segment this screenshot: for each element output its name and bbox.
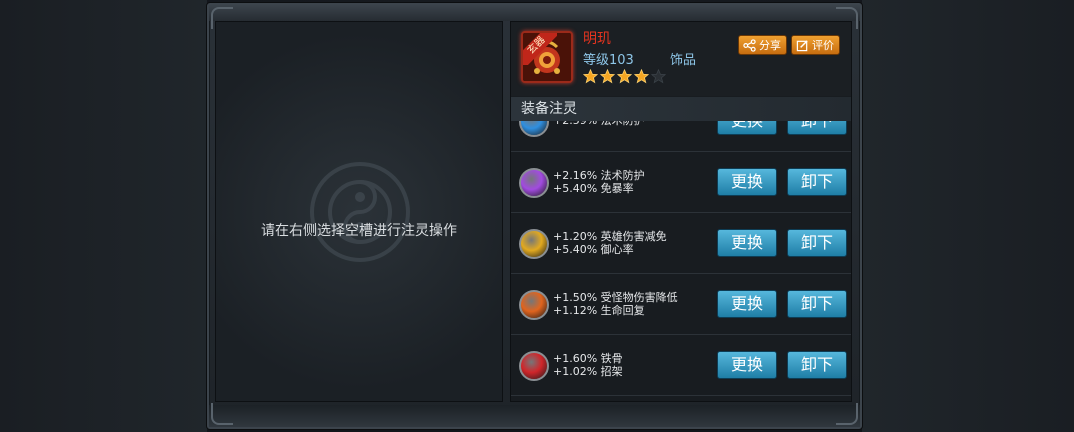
slot-stats: +1.20% 英雄伤害减免 +5.40% 御心率 (553, 230, 667, 256)
share-icon (743, 38, 756, 52)
cloud-swirl-ornament-icon (310, 162, 410, 262)
slot-stats: +2.59% 法术防护 (553, 121, 645, 127)
infusion-slot-row[interactable]: +2.59% 法术防护 更换卸下 (511, 121, 851, 152)
item-type: 饰品 (670, 53, 697, 68)
slot-stats: +1.50% 受怪物伤害降低 +1.12% 生命回复 (553, 291, 678, 317)
section-title: 装备注灵 (511, 97, 851, 121)
select-slot-hint: 请在右侧选择空槽进行注灵操作 (261, 223, 457, 239)
remove-button[interactable]: 卸下 (787, 351, 847, 379)
slot-stat-line: +1.60% 铁骨 (553, 352, 623, 365)
red-gem-icon[interactable] (519, 351, 549, 381)
backdrop-right (862, 0, 1074, 432)
item-header: 玄器 明玑 等级103 饰品 分享 评价 (511, 22, 851, 96)
equipment-infusion-panel: 玄器 明玑 等级103 饰品 分享 评价 装备注灵 +2.59% 法术防护更换卸… (510, 21, 852, 402)
slot-stat-line: +2.59% 法术防护 (553, 121, 645, 127)
backdrop-left (0, 0, 207, 432)
orange-gem-icon[interactable] (519, 290, 549, 320)
yellow-gem-icon[interactable] (519, 229, 549, 259)
item-name: 明玑 (583, 31, 611, 47)
replace-button[interactable]: 更换 (717, 351, 777, 379)
frame-corner-ornament (211, 403, 233, 425)
infusion-slot-row[interactable]: +1.60% 铁骨 +1.02% 招架 更换 卸下 (511, 335, 851, 396)
slot-stat-line: +1.20% 英雄伤害减免 (553, 230, 667, 243)
replace-button[interactable]: 更换 (717, 229, 777, 257)
replace-button[interactable]: 更换 (717, 121, 777, 135)
remove-button[interactable]: 卸下 (787, 121, 847, 135)
infusion-slot-list[interactable]: +2.59% 法术防护更换卸下+2.16% 法术防护+5.40% 免暴率更换卸下… (511, 121, 851, 401)
star-filled-icon (617, 69, 632, 84)
infusion-slot-row[interactable]: +1.20% 英雄伤害减免 +5.40% 御心率 更换 卸下 (511, 213, 851, 274)
infusion-preview-panel: 请在右侧选择空槽进行注灵操作 (215, 21, 503, 402)
slot-stats: +1.60% 铁骨 +1.02% 招架 (553, 352, 623, 378)
star-filled-icon (634, 69, 649, 84)
slot-stats: +2.16% 法术防护 +5.40% 免暴率 (553, 169, 645, 195)
item-icon[interactable]: 玄器 (521, 31, 573, 83)
star-empty-icon (651, 69, 666, 84)
frame-top-border (209, 5, 860, 21)
remove-button[interactable]: 卸下 (787, 290, 847, 318)
star-rating (583, 69, 666, 84)
rate-button[interactable]: 评价 (791, 35, 840, 55)
edit-icon (796, 39, 808, 51)
share-button[interactable]: 分享 (738, 35, 787, 55)
frame-corner-ornament (836, 403, 858, 425)
remove-button[interactable]: 卸下 (787, 168, 847, 196)
quality-tag: 玄器 (523, 33, 557, 65)
purple-gem-icon[interactable] (519, 168, 549, 198)
slot-stat-line: +2.16% 法术防护 (553, 169, 645, 182)
blue-gem-icon[interactable] (519, 121, 549, 137)
star-filled-icon (600, 69, 615, 84)
slot-stat-line: +1.50% 受怪物伤害降低 (553, 291, 678, 304)
slot-stat-line: +1.12% 生命回复 (553, 304, 645, 317)
replace-button[interactable]: 更换 (717, 290, 777, 318)
replace-button[interactable]: 更换 (717, 168, 777, 196)
rate-label: 评价 (812, 39, 834, 52)
star-filled-icon (583, 69, 598, 84)
infusion-slot-row[interactable]: +2.16% 法术防护 +5.40% 免暴率 更换 卸下 (511, 152, 851, 213)
infusion-slot-row[interactable]: +1.50% 受怪物伤害降低 +1.12% 生命回复 更换 卸下 (511, 274, 851, 335)
remove-button[interactable]: 卸下 (787, 229, 847, 257)
item-level: 等级103 (583, 53, 634, 68)
slot-stat-line: +1.02% 招架 (553, 365, 623, 378)
slot-stat-line: +5.40% 免暴率 (553, 182, 634, 195)
frame-bottom-border (209, 405, 860, 427)
slot-stat-line: +5.40% 御心率 (553, 243, 634, 256)
share-label: 分享 (759, 39, 781, 52)
quality-ribbon: 玄器 (523, 33, 557, 65)
